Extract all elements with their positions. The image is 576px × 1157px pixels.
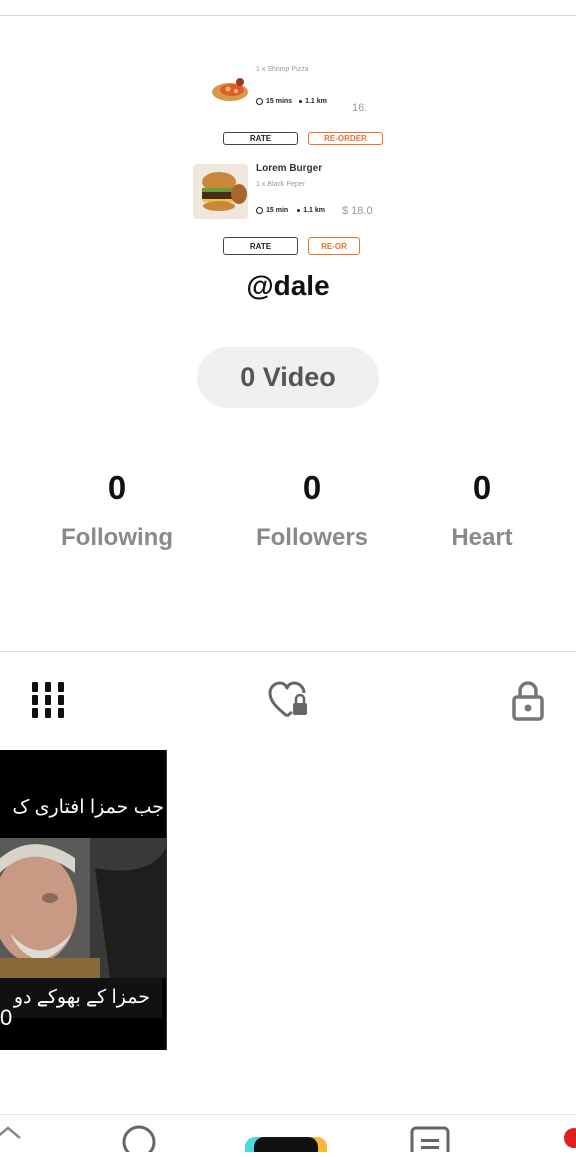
tab-liked[interactable] [264,678,312,722]
tabs-divider [0,651,576,652]
burger-image [193,164,248,219]
create-video-icon [245,1137,327,1157]
nav-home[interactable] [0,1124,24,1157]
order-2-title: Lorem Burger [256,163,323,174]
order-1-time: 15 mins [266,98,293,105]
clock-icon [256,98,263,105]
profile-username: @dale [246,270,330,301]
video-caption-top: جب حمزا افتاری ک [12,797,164,818]
order-2-description: 1 x Black Peper [256,181,306,188]
profile-icon [564,1128,576,1148]
tab-videos[interactable] [24,678,72,722]
order-1-price: 16. [352,102,368,114]
order-1-meta: 15 mins 1.1 km [256,98,327,105]
nav-inbox[interactable] [410,1126,450,1157]
order-1-description: 1 x Shrimp Pizza [256,66,309,73]
nav-create[interactable] [245,1137,327,1157]
stat-followers[interactable]: 0 Followers [232,468,392,552]
dot-icon [297,209,301,212]
grid-icon [32,682,64,718]
video-view-count: 0 [0,1005,13,1030]
video-frame-image [0,838,166,978]
video-caption-bottom: حمزا کے بھوکے دو [13,987,150,1008]
order-2-price: $ 18.0 [342,205,373,217]
nav-discover[interactable] [121,1124,157,1157]
pizza-image [210,70,248,106]
inbox-icon [410,1126,450,1157]
stat-heart[interactable]: 0 Heart [402,468,562,552]
followers-count: 0 [302,469,322,506]
followers-label: Followers [255,524,369,551]
stat-following[interactable]: 0 Following [37,468,197,552]
order-2-reorder-button: RE-OR [308,237,360,255]
order-2-distance: 1.1 km [303,207,325,214]
order-2-rate-button: RATE [223,237,298,255]
order-2-time: 15 min [266,207,289,214]
heart-count: 0 [472,469,492,506]
profile-avatar[interactable]: 1 x Shrimp Pizza 15 mins 1.1 km 16. RATE… [192,58,384,258]
video-thumbnail[interactable]: جب حمزا افتاری ک حمزا کے بھوکے دو 0 [0,750,167,1050]
home-icon [0,1126,21,1139]
search-icon [122,1125,156,1157]
following-count: 0 [107,469,127,506]
lock-icon [512,681,544,721]
nav-profile[interactable] [562,1126,576,1157]
dot-icon [299,100,303,103]
order-1-reorder-button: RE-ORDER [308,132,383,145]
order-2-meta: 15 min 1.1 km [256,207,325,214]
order-1-distance: 1.1 km [305,98,327,105]
order-1-rate-button: RATE [223,132,298,145]
bottom-nav-divider [0,1114,576,1115]
video-count-badge[interactable]: 0 Video [197,347,379,408]
heart-label: Heart [451,524,513,551]
clock-icon [256,207,263,214]
tab-private[interactable] [504,678,552,722]
header-divider [0,15,576,16]
liked-private-icon [268,681,307,718]
following-label: Following [61,524,173,551]
